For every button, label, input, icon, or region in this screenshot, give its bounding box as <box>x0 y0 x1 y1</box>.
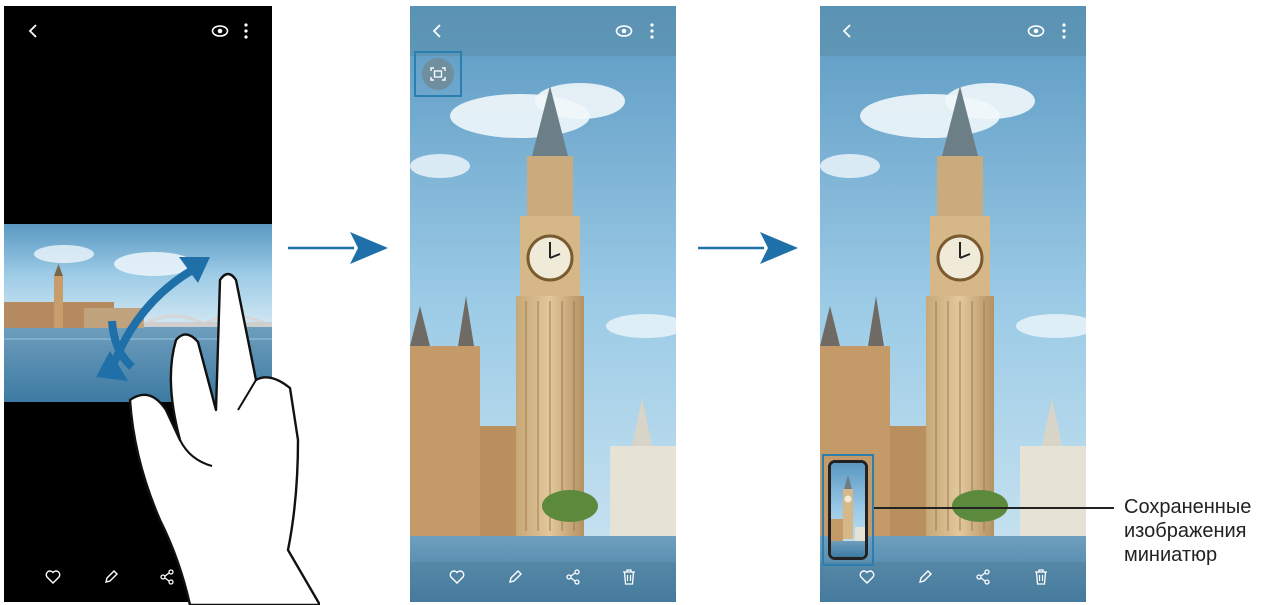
more-options-icon[interactable] <box>238 20 254 42</box>
callout-line <box>874 507 1114 509</box>
thumbnail-screen <box>820 6 1086 602</box>
step-arrow <box>288 232 388 264</box>
saved-thumbnail[interactable] <box>828 460 868 560</box>
screen-capture-icon[interactable] <box>422 58 454 90</box>
more-options-icon[interactable] <box>644 20 660 42</box>
pencil-icon[interactable] <box>504 566 526 588</box>
heart-icon[interactable] <box>856 566 878 588</box>
hand-illustration <box>128 272 320 605</box>
back-icon[interactable] <box>836 20 858 42</box>
more-options-icon[interactable] <box>1056 20 1072 42</box>
callout-line3: миниатюр <box>1124 544 1218 566</box>
step-arrow <box>698 232 798 264</box>
back-icon[interactable] <box>22 20 44 42</box>
callout-line1: Сохраненные <box>1124 496 1252 518</box>
eye-icon[interactable] <box>612 20 636 42</box>
share-icon[interactable] <box>562 566 584 588</box>
eye-icon[interactable] <box>208 20 232 42</box>
back-icon[interactable] <box>426 20 448 42</box>
pencil-icon[interactable] <box>914 566 936 588</box>
callout-line2: изображения <box>1124 520 1247 542</box>
heart-icon[interactable] <box>446 566 468 588</box>
share-icon[interactable] <box>972 566 994 588</box>
pencil-icon[interactable] <box>100 566 122 588</box>
fullscreen-screen <box>410 6 676 602</box>
trash-icon[interactable] <box>1030 566 1052 588</box>
trash-icon[interactable] <box>618 566 640 588</box>
heart-icon[interactable] <box>42 566 64 588</box>
eye-icon[interactable] <box>1024 20 1048 42</box>
callout-label: Сохраненные изображения миниатюр <box>1124 495 1288 567</box>
